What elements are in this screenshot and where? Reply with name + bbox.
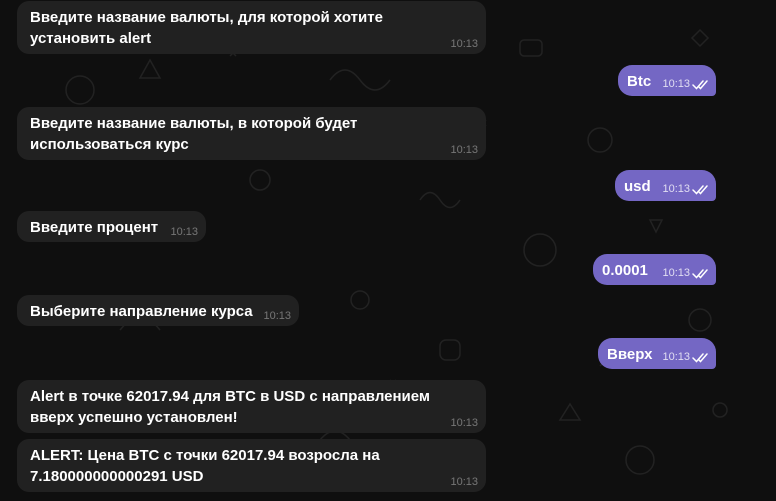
message-text: ALERT: Цена BTC с точки 62017.94 возросл… [30,447,384,485]
message-time: 10:13 [662,267,690,279]
incoming-message[interactable]: ALERT: Цена BTC с точки 62017.94 возросл… [17,439,486,492]
message-meta: 10:13 [450,416,478,430]
message-time: 10:13 [662,183,690,195]
message-time: 10:13 [662,78,690,90]
message-meta: 10:13 [662,77,709,91]
message-meta: 10:13 [450,37,478,51]
outgoing-message[interactable]: usd 10:13 [615,170,716,201]
message-meta: 10:13 [450,143,478,157]
incoming-message[interactable]: Введите название валюты, для которой хот… [17,1,486,54]
message-meta: 10:13 [263,309,291,323]
message-meta: 10:13 [662,182,709,196]
outgoing-message[interactable]: Вверх 10:13 [598,338,716,369]
message-text: Выберите направление курса [30,303,253,320]
outgoing-message[interactable]: 0.0001 10:13 [593,254,716,285]
chat-area: Введите название валюты, для которой хот… [0,0,776,501]
double-check-icon [692,352,708,363]
message-time: 10:13 [450,38,478,50]
message-time: 10:13 [170,226,198,238]
outgoing-message[interactable]: Btc 10:13 [618,65,716,96]
message-time: 10:13 [450,417,478,429]
message-meta: 10:13 [662,350,709,364]
double-check-icon [692,184,708,195]
incoming-message[interactable]: Выберите направление курса 10:13 [17,295,299,326]
message-time: 10:13 [450,476,478,488]
message-text: Введите название валюты, для которой хот… [30,9,388,47]
double-check-icon [692,268,708,279]
incoming-message[interactable]: Alert в точке 62017.94 для BTC в USD с н… [17,380,486,433]
message-text: Введите название валюты, в которой будет… [30,115,362,153]
incoming-message[interactable]: Введите процент 10:13 [17,211,206,242]
message-text: Alert в точке 62017.94 для BTC в USD с н… [30,388,435,426]
message-time: 10:13 [450,144,478,156]
message-meta: 10:13 [170,225,198,239]
message-time: 10:13 [263,310,291,322]
message-time: 10:13 [662,351,690,363]
double-check-icon [692,79,708,90]
message-meta: 10:13 [450,475,478,489]
message-meta: 10:13 [662,266,709,280]
message-text: Введите процент [30,219,159,236]
incoming-message[interactable]: Введите название валюты, в которой будет… [17,107,486,160]
